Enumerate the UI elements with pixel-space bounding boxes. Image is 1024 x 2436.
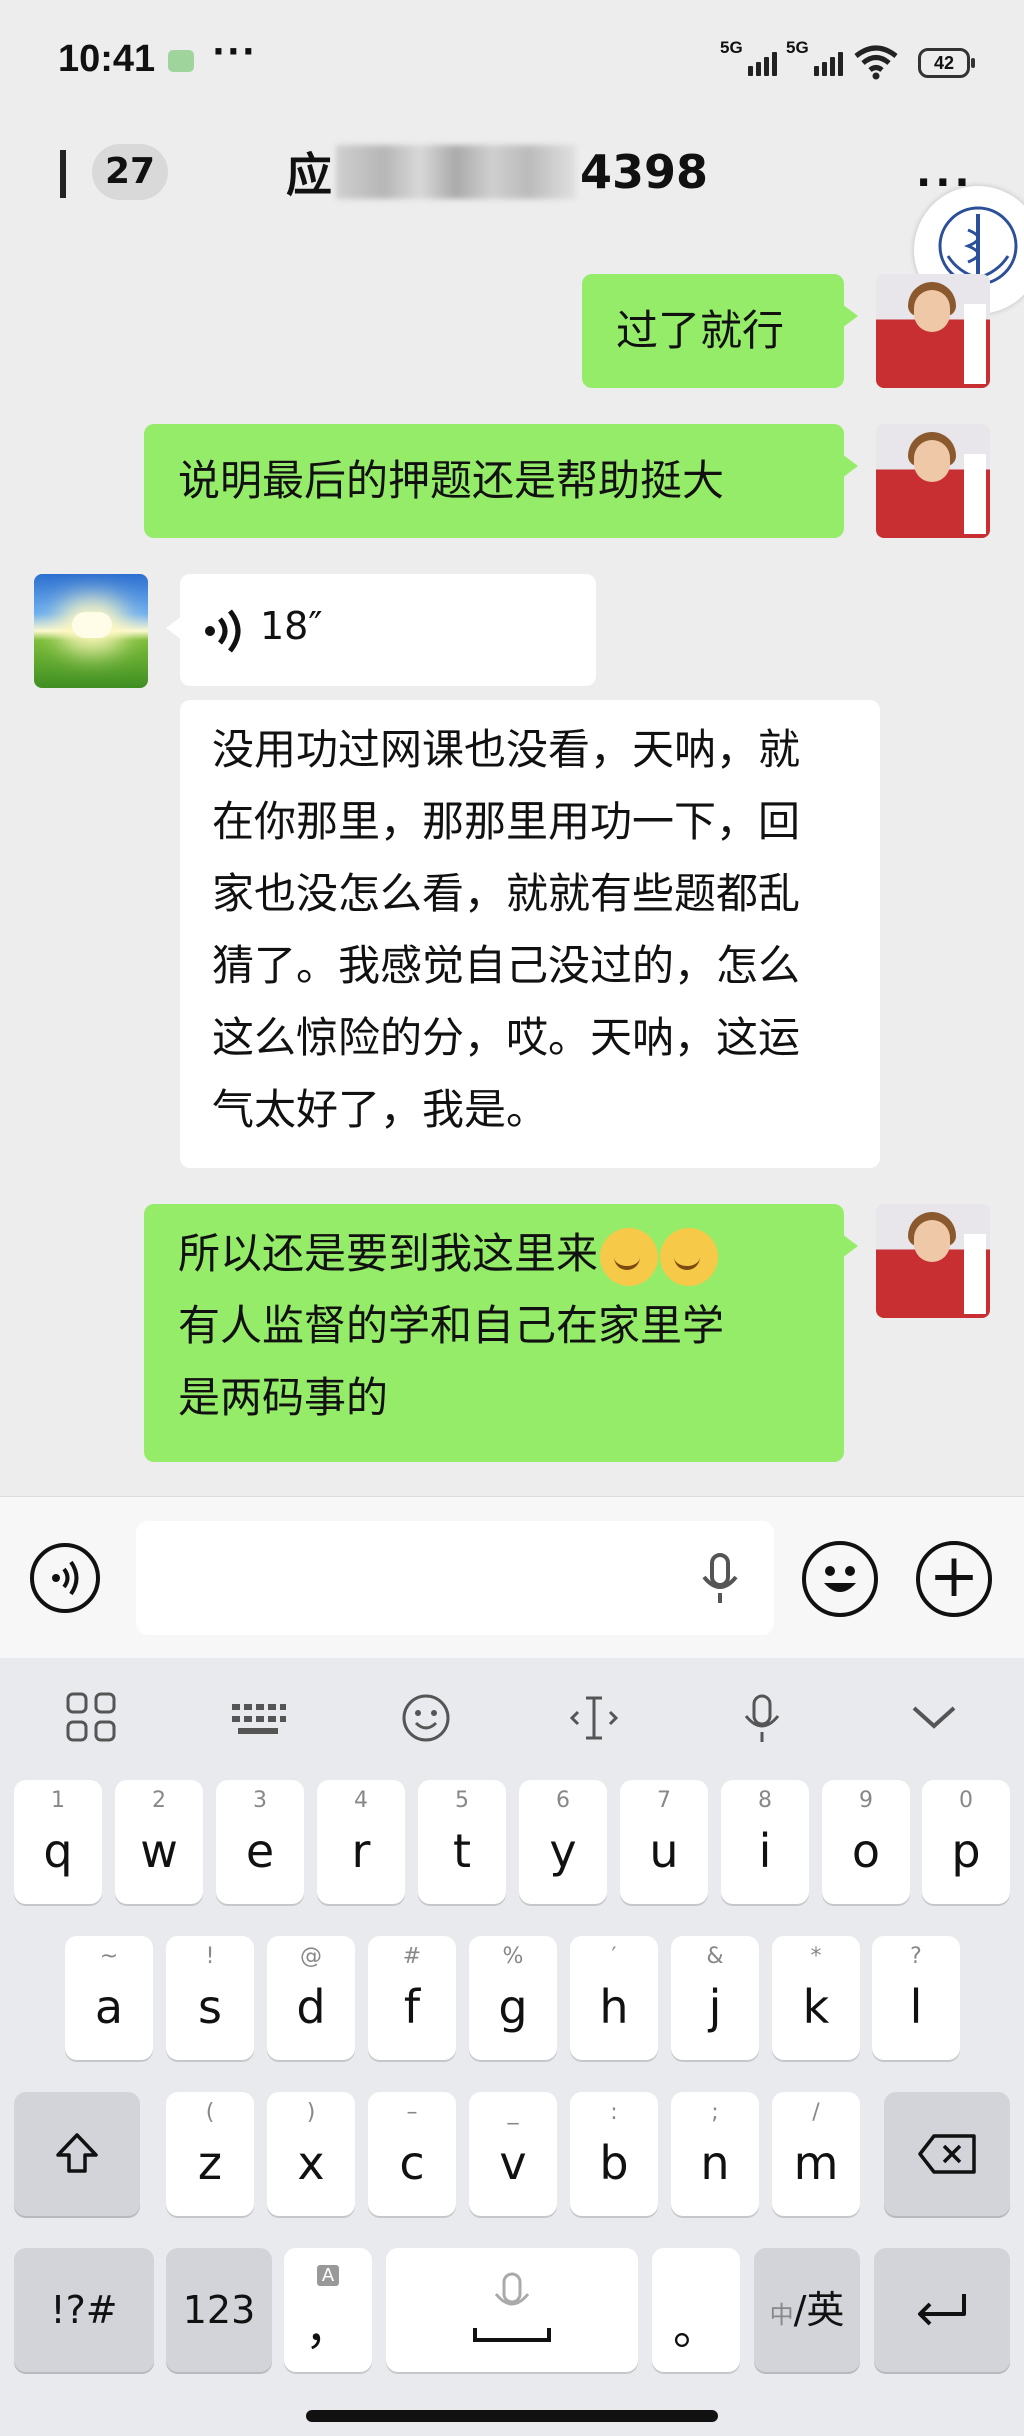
backspace-key[interactable] [884, 2092, 1010, 2216]
message-bubble-sent[interactable]: 过了就行 [582, 274, 858, 388]
key-y[interactable]: 6y [519, 1780, 607, 1904]
unread-count-badge[interactable]: 27 [92, 144, 168, 200]
app-grid-icon[interactable] [62, 1688, 122, 1748]
key-n[interactable]: ; n [671, 2092, 759, 2216]
chat-title: 应 4398 [286, 142, 708, 202]
teacher-avatar[interactable] [876, 1204, 990, 1318]
teacher-avatar[interactable] [876, 424, 990, 538]
key-k[interactable]: * k [772, 1936, 860, 2060]
language-switch-key[interactable]: 中/英 [754, 2248, 860, 2372]
shift-icon [56, 2133, 98, 2173]
voice-duration: 18″ [260, 604, 323, 648]
key-d[interactable]: @ d [267, 1936, 355, 2060]
voice-transcription-bubble[interactable]: 没用功过网课也没看，天呐，就 在你那里，那那里用功一下，回 家也没怎么看，就就有… [180, 700, 880, 1168]
contact-avatar[interactable] [34, 574, 148, 688]
hugging-face-emoji-icon [660, 1227, 719, 1286]
key-s[interactable]: ! s [166, 1936, 254, 2060]
key-p[interactable]: 0p [922, 1780, 1010, 1904]
message-bubble-sent[interactable]: 说明最后的押题还是帮助挺大 [144, 424, 858, 538]
battery-icon: 42 [918, 48, 975, 78]
input-bar: + [0, 1496, 1024, 1659]
redacted-name-blur [336, 145, 576, 199]
wechat-notification-icon [168, 50, 194, 72]
period-key[interactable]: 。 [652, 2248, 740, 2372]
key-r[interactable]: 4r [317, 1780, 405, 1904]
chat-title-suffix: 4398 [580, 145, 709, 199]
keyboard-toolbar [0, 1658, 1024, 1780]
key-w[interactable]: 2w [115, 1780, 203, 1904]
voice-input-toggle-icon[interactable] [30, 1543, 100, 1613]
key-l[interactable]: ? l [872, 1936, 960, 2060]
key-c[interactable]: – c [368, 2092, 456, 2216]
emoji-keyboard-icon[interactable] [396, 1688, 456, 1748]
space-mic-icon [473, 2272, 551, 2342]
emoji-button-icon[interactable] [802, 1541, 878, 1617]
status-time: 10:41 [58, 38, 156, 80]
language-a-icon: A [316, 2265, 340, 2286]
key-f[interactable]: # f [368, 1936, 456, 2060]
voice-message-bubble[interactable]: 18″ [166, 574, 596, 686]
backspace-icon [918, 2134, 976, 2174]
enter-key[interactable] [874, 2248, 1010, 2372]
comma-key[interactable]: A ， [284, 2248, 372, 2372]
key-a[interactable]: ~ a [65, 1936, 153, 2060]
keyboard-layout-icon[interactable] [228, 1688, 288, 1748]
key-m[interactable]: / m [772, 2092, 860, 2216]
space-key[interactable] [386, 2248, 638, 2372]
wifi-icon [854, 45, 898, 80]
numbers-key[interactable]: 123 [166, 2248, 272, 2372]
cursor-move-icon[interactable] [564, 1688, 624, 1748]
teacher-avatar[interactable] [876, 274, 990, 388]
key-u[interactable]: 7u [620, 1780, 708, 1904]
key-h[interactable]: ′ h [570, 1936, 658, 2060]
key-g[interactable]: % g [469, 1936, 557, 2060]
key-x[interactable]: ) x [267, 2092, 355, 2216]
hugging-face-emoji-icon [600, 1227, 659, 1286]
status-more-icon: ··· [212, 32, 257, 72]
shift-key[interactable] [14, 2092, 140, 2216]
key-v[interactable]: _ v [469, 2092, 557, 2216]
key-t[interactable]: 5t [418, 1780, 506, 1904]
chat-title-prefix: 应 [286, 148, 332, 202]
microphone-icon[interactable] [700, 1553, 740, 1605]
key-o[interactable]: 9o [822, 1780, 910, 1904]
key-q[interactable]: 1q [14, 1780, 102, 1904]
enter-icon [918, 2294, 966, 2326]
keyboard: 1q 2w 3e 4r 5t 6y 7u 8i 9o 0p ~ a ! s @ d #… [0, 1658, 1024, 2436]
key-z[interactable]: (z [166, 2092, 254, 2216]
status-bar: 10:41 ··· 5G 5G 42 [0, 0, 1024, 120]
message-bubble-sent[interactable]: 所以还是要到我这里来 有人监督的学和自己在家里学 是两码事的 [144, 1204, 858, 1462]
key-j[interactable]: & j [671, 1936, 759, 2060]
voice-typing-icon[interactable] [732, 1688, 792, 1748]
collapse-keyboard-icon[interactable] [904, 1688, 964, 1748]
symbols-key[interactable]: !?# [14, 2248, 154, 2372]
key-i[interactable]: 8i [721, 1780, 809, 1904]
voice-wave-icon [205, 609, 241, 653]
key-b[interactable]: :b [570, 2092, 658, 2216]
key-e[interactable]: 3e [216, 1780, 304, 1904]
home-indicator[interactable] [306, 2410, 718, 2422]
chat-header: 27 应 4398 ··· [0, 120, 1024, 230]
back-arrow-icon[interactable] [60, 150, 66, 198]
message-input[interactable] [136, 1521, 774, 1635]
plus-button-icon[interactable]: + [916, 1541, 992, 1617]
